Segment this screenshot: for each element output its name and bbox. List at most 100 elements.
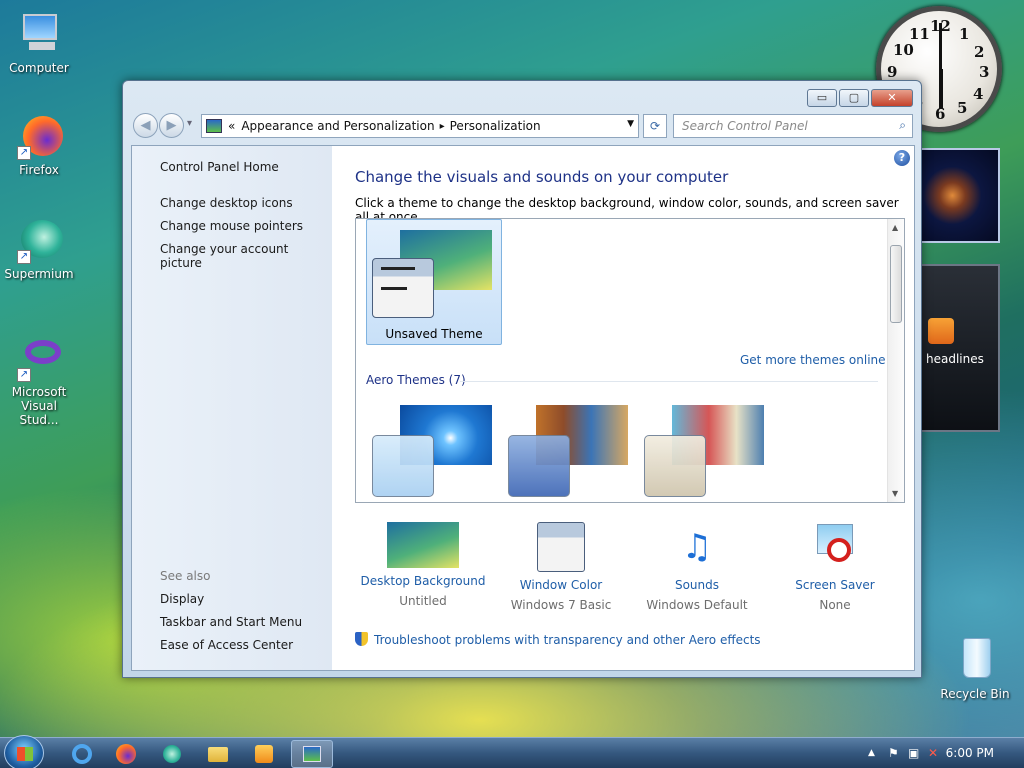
control-panel-home-link[interactable]: Control Panel Home <box>160 160 279 174</box>
shield-icon <box>355 632 368 646</box>
taskbar-start-menu-link[interactable]: Taskbar and Start Menu <box>160 615 302 629</box>
back-button[interactable]: ◀ <box>133 113 158 138</box>
media-player-icon[interactable] <box>252 742 276 766</box>
desktop-icon-label: Firefox <box>19 163 59 177</box>
address-dropdown[interactable]: ▼ <box>627 119 634 129</box>
scroll-thumb[interactable] <box>890 245 902 323</box>
clock-number: 10 <box>893 41 914 59</box>
screen-saver-link[interactable]: Screen Saver <box>767 578 903 592</box>
change-mouse-pointers-link[interactable]: Change mouse pointers <box>160 219 303 233</box>
start-button[interactable] <box>4 735 44 768</box>
supermium-icon[interactable] <box>160 742 184 766</box>
minimize-button[interactable]: ▭ <box>807 89 837 107</box>
page-title: Change the visuals and sounds on your co… <box>355 168 729 186</box>
firefox-icon[interactable] <box>114 742 138 766</box>
desktop-background-link[interactable]: Desktop Background <box>355 574 491 588</box>
desktop-icon-supermium[interactable]: ↗ Supermium <box>0 216 78 281</box>
sounds-setting[interactable]: ♫ Sounds Windows Default <box>629 516 765 612</box>
scroll-up-arrow[interactable]: ▲ <box>892 223 898 232</box>
troubleshoot-label: Troubleshoot problems with transparency … <box>374 633 761 647</box>
close-button[interactable]: ✕ <box>871 89 913 107</box>
clock-number: 5 <box>957 99 968 117</box>
clock-minute-hand <box>939 23 942 69</box>
visual-studio-icon: ↗ <box>15 334 63 382</box>
desktop-background-value: Untitled <box>399 594 447 608</box>
show-hidden-icons-button[interactable]: ▲ <box>868 748 875 758</box>
task-pane: Control Panel Home Change desktop icons … <box>132 146 332 670</box>
display-link[interactable]: Display <box>160 592 204 606</box>
theme-window-preview <box>644 435 706 497</box>
search-input[interactable]: Search Control Panel ⌕ <box>673 114 913 138</box>
change-account-picture-link[interactable]: Change your account picture <box>160 242 332 270</box>
internet-explorer-icon[interactable] <box>70 742 94 766</box>
breadcrumb-appearance[interactable]: Appearance and Personalization <box>241 119 434 133</box>
clock-number: 3 <box>979 63 990 81</box>
shortcut-arrow-icon: ↗ <box>17 368 31 382</box>
screen-saver-icon <box>815 522 855 572</box>
theme-gallery: Unsaved Theme Get more themes online Aer… <box>355 218 905 503</box>
taskbar: ▲ ⚑ ▣ ✕ 6:00 PM <box>0 735 1024 768</box>
recycle-bin-icon <box>951 636 999 684</box>
sounds-link[interactable]: Sounds <box>629 578 765 592</box>
clock-hour-hand <box>939 69 943 109</box>
desktop-icon-computer[interactable]: Computer <box>0 10 78 75</box>
feed-gadget-label: headlines <box>926 352 984 366</box>
computer-icon <box>15 10 63 58</box>
theme-unsaved[interactable]: Unsaved Theme <box>366 219 502 345</box>
theme-aero-characters[interactable] <box>642 395 770 499</box>
shortcut-arrow-icon: ↗ <box>17 146 31 160</box>
desktop-icon-visual-studio[interactable]: ↗ Microsoft Visual Stud... <box>0 334 78 427</box>
help-icon[interactable]: ? <box>894 150 910 166</box>
scroll-down-arrow[interactable]: ▼ <box>892 489 898 498</box>
clock-number: 4 <box>973 85 984 103</box>
network-icon[interactable]: ▣ <box>908 746 919 760</box>
theme-aero-windows7[interactable] <box>370 395 498 499</box>
forward-button[interactable]: ▶ <box>159 113 184 138</box>
taskbar-button-control-panel[interactable] <box>291 740 333 768</box>
troubleshoot-link[interactable]: Troubleshoot problems with transparency … <box>355 632 761 647</box>
address-bar[interactable]: « Appearance and Personalization ▸ Perso… <box>201 114 639 138</box>
control-panel-icon <box>303 746 321 762</box>
screen-saver-setting[interactable]: Screen Saver None <box>767 516 903 612</box>
tray-clock[interactable]: 6:00 PM <box>946 746 994 760</box>
window-controls: ▭ ▢ ✕ <box>807 89 913 107</box>
rss-icon <box>928 318 954 344</box>
shortcut-arrow-icon: ↗ <box>17 250 31 264</box>
control-panel-icon <box>206 119 222 133</box>
theme-window-preview <box>372 258 434 318</box>
volume-muted-icon[interactable]: ✕ <box>928 746 938 760</box>
window-color-link[interactable]: Window Color <box>493 578 629 592</box>
breadcrumb-personalization[interactable]: Personalization <box>450 119 541 133</box>
maximize-button[interactable]: ▢ <box>839 89 869 107</box>
desktop-icon-label: Computer <box>9 61 69 75</box>
navigation-bar: ◀ ▶ ▾ « Appearance and Personalization ▸… <box>131 113 913 139</box>
theme-aero-architecture[interactable] <box>506 395 634 499</box>
firefox-icon: ↗ <box>15 112 63 160</box>
get-more-themes-link[interactable]: Get more themes online <box>740 353 886 367</box>
desktop-icon-firefox[interactable]: ↗ Firefox <box>0 112 78 177</box>
clock-number: 9 <box>887 63 898 81</box>
theme-window-preview <box>372 435 434 497</box>
breadcrumb-overflow[interactable]: « <box>228 119 235 133</box>
screen-saver-value: None <box>819 598 851 612</box>
slideshow-gadget[interactable] <box>920 148 1000 243</box>
action-center-flag-icon[interactable]: ⚑ <box>888 746 899 760</box>
desktop-icon-recycle-bin[interactable]: Recycle Bin <box>936 636 1014 701</box>
breadcrumb-separator[interactable]: ▸ <box>440 121 445 132</box>
clock-number: 1 <box>959 25 970 43</box>
personalization-window: ▭ ▢ ✕ ◀ ▶ ▾ « Appearance and Personaliza… <box>122 80 922 678</box>
recent-pages-dropdown[interactable]: ▾ <box>187 118 192 129</box>
theme-gallery-scrollbar[interactable]: ▲ ▼ <box>887 219 904 502</box>
search-placeholder: Search Control Panel <box>682 119 808 133</box>
sounds-icon: ♫ <box>681 527 713 567</box>
change-desktop-icons-link[interactable]: Change desktop icons <box>160 196 293 210</box>
refresh-button[interactable]: ⟳ <box>643 114 667 138</box>
feed-headlines-gadget[interactable]: headlines <box>918 264 1000 432</box>
ease-of-access-link[interactable]: Ease of Access Center <box>160 638 293 652</box>
search-icon[interactable]: ⌕ <box>899 118 906 133</box>
window-color-setting[interactable]: Window Color Windows 7 Basic <box>493 516 629 612</box>
file-explorer-icon[interactable] <box>206 742 230 766</box>
desktop-background-setting[interactable]: Desktop Background Untitled <box>355 516 491 608</box>
desktop-background-icon <box>387 522 459 568</box>
see-also-heading: See also <box>160 569 211 583</box>
